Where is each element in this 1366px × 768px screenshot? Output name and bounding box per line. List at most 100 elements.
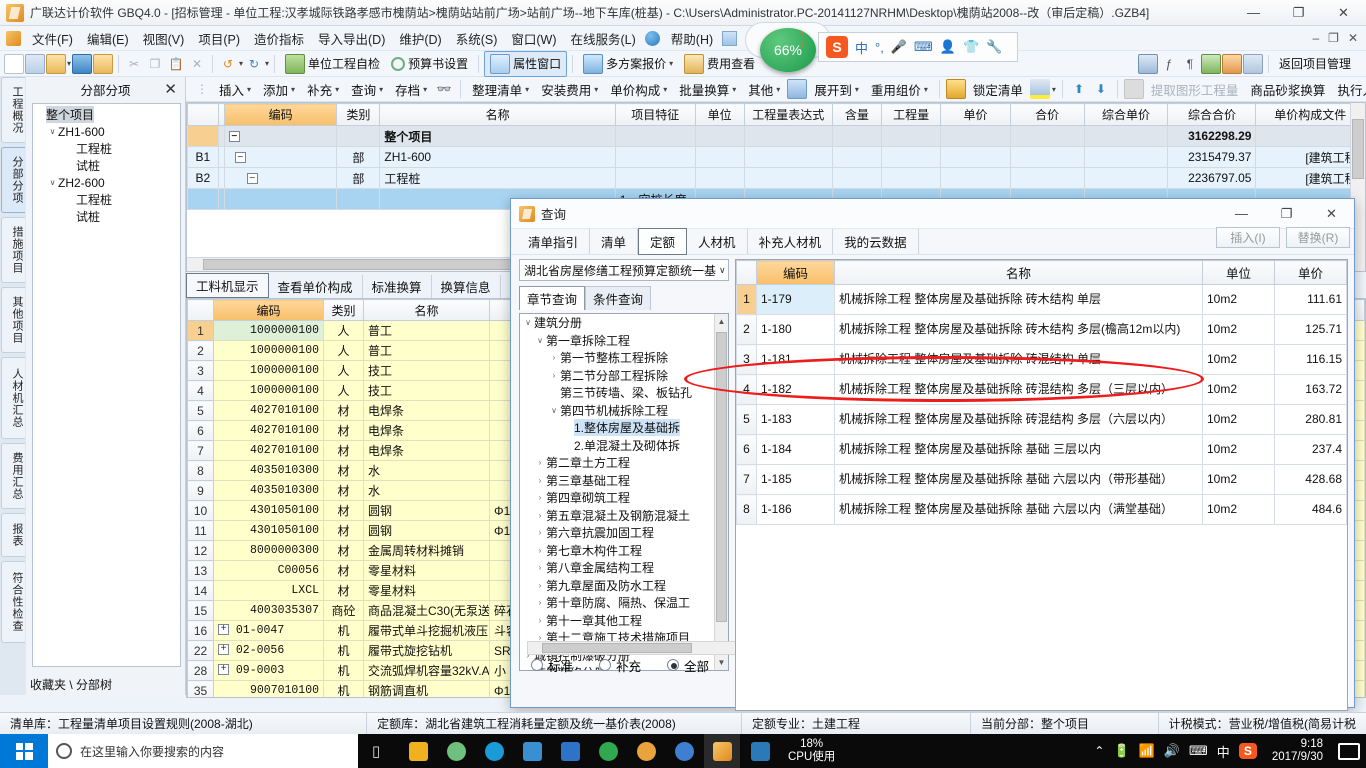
window-maximize-button[interactable]: ❐: [1276, 0, 1321, 26]
cell-feature[interactable]: [614, 167, 696, 189]
tree-twisty-icon[interactable]: ∨: [534, 336, 546, 345]
close-icon[interactable]: ✕: [164, 80, 177, 98]
organize-list-caret-icon[interactable]: ▾: [525, 85, 529, 94]
scrollbar-thumb[interactable]: [716, 332, 727, 622]
vtab-compliance-check[interactable]: 符合性检查: [1, 561, 25, 643]
collapse-icon[interactable]: −: [246, 173, 258, 185]
cell-name[interactable]: 机械拆除工程 整体房屋及基础拆除 砖木结构 多层(檐高12m以内): [834, 314, 1203, 345]
menu-item-import-export[interactable]: 导入导出(D): [311, 27, 392, 50]
row-handle[interactable]: 2: [736, 314, 757, 345]
archive-button[interactable]: 存档 ▾: [390, 78, 432, 101]
radio-standard[interactable]: 标准: [531, 656, 573, 675]
highlight-color-icon[interactable]: [1029, 79, 1050, 99]
keyboard-tray-icon[interactable]: ⌨: [1189, 743, 1208, 759]
highlight-caret-icon[interactable]: ▾: [1052, 85, 1056, 94]
cell-kind[interactable]: 部: [336, 167, 381, 189]
vtab-labor-material-machine-summary[interactable]: 人材机汇总: [1, 357, 25, 439]
chapter-node-ch3[interactable]: › 第三章基础工程: [520, 472, 728, 490]
cell-amount[interactable]: [1009, 146, 1085, 168]
taskbar-search-box[interactable]: 在这里输入你要搜索的内容: [48, 734, 358, 768]
window-close-button[interactable]: ✕: [1321, 0, 1366, 26]
cell-kind[interactable]: [336, 125, 381, 147]
taskbar-app-store[interactable]: [400, 734, 436, 768]
tab-labor-material-machine[interactable]: 工料机显示: [186, 273, 269, 298]
cell-price[interactable]: [940, 167, 1011, 189]
radio-supplement[interactable]: 补充: [599, 656, 641, 675]
cell-kind[interactable]: 材: [323, 500, 364, 521]
cell-code[interactable]: 8000000300: [213, 540, 324, 561]
row-handle[interactable]: 1: [736, 284, 757, 315]
collapse-icon[interactable]: −: [234, 152, 246, 164]
menu-item-file[interactable]: 文件(F): [25, 27, 80, 50]
radio-all[interactable]: 全部: [667, 656, 709, 675]
cell-kind[interactable]: 人: [323, 360, 364, 381]
open-dropdown-caret-icon[interactable]: ▾: [67, 59, 71, 68]
cell-uprice[interactable]: [1083, 146, 1169, 168]
col-code[interactable]: 编码: [756, 260, 835, 285]
cell-kind[interactable]: 材: [323, 580, 364, 601]
cell-qty[interactable]: [880, 167, 942, 189]
row-handle[interactable]: 8: [187, 460, 214, 481]
chapter-node-ch7[interactable]: › 第七章木构件工程: [520, 542, 728, 560]
new-file-icon[interactable]: [4, 53, 24, 74]
cell-code[interactable]: −: [223, 125, 338, 147]
dialog-tab-list-guide[interactable]: 清单指引: [517, 229, 591, 254]
scroll-down-icon[interactable]: ▼: [715, 655, 728, 670]
table-row[interactable]: 7 1-185 机械拆除工程 整体房屋及基础拆除 基础 六层以内（带形基础） 10m2…: [736, 464, 1347, 495]
cut-icon[interactable]: ✂: [124, 54, 144, 74]
row-handle[interactable]: 6: [187, 420, 214, 441]
cell-name[interactable]: 机械拆除工程 整体房屋及基础拆除 基础 六层以内（满堂基础）: [834, 494, 1203, 525]
ime-tray-label[interactable]: 中: [1217, 742, 1230, 761]
collapse-icon[interactable]: −: [228, 131, 240, 143]
cell-code[interactable]: 1-179: [756, 284, 835, 315]
cell-name[interactable]: 机械拆除工程 整体房屋及基础拆除 砖混结构 多层（六层以内）: [834, 404, 1203, 435]
lock-list-button[interactable]: 锁定清单: [968, 78, 1028, 101]
cell-total[interactable]: 2315479.37: [1167, 146, 1257, 168]
cell-code[interactable]: −: [223, 167, 338, 189]
redo-icon[interactable]: ↻: [244, 54, 264, 74]
cell-rate[interactable]: [831, 167, 882, 189]
cell-code[interactable]: 1000000100: [213, 380, 324, 401]
chapter-node-ch6[interactable]: › 第六章抗震加固工程: [520, 524, 728, 542]
chapter-node-ch5[interactable]: › 第五章混凝土及钢筋混凝土: [520, 507, 728, 525]
tree-twisty-icon[interactable]: ›: [534, 581, 546, 590]
redo-dropdown-caret-icon[interactable]: ▾: [265, 59, 269, 68]
cell-kind[interactable]: 材: [323, 460, 364, 481]
sogou-ime-icon[interactable]: S: [826, 36, 848, 58]
cell-file[interactable]: [1255, 125, 1365, 147]
volume-icon[interactable]: 🔊: [1164, 743, 1180, 759]
col-comprehensive-amount[interactable]: 综合合价: [1167, 103, 1257, 126]
cell-kind[interactable]: 材: [323, 480, 364, 501]
insert-button[interactable]: 插入 ▾: [214, 78, 256, 101]
chapter-node-ch4[interactable]: › 第四章砌筑工程: [520, 489, 728, 507]
menu-item-window[interactable]: 窗口(W): [504, 27, 563, 50]
tray-expand-icon[interactable]: ⌃: [1094, 744, 1104, 758]
cell-code[interactable]: 1-186: [756, 494, 835, 525]
cell-name[interactable]: 商品混凝土C30(无泵送: [363, 600, 490, 621]
row-handle[interactable]: 4: [736, 374, 757, 405]
cell-kind[interactable]: 人: [323, 340, 364, 361]
cell-kind[interactable]: 机: [323, 620, 364, 641]
new-project-icon[interactable]: [25, 53, 45, 74]
tree-twisty-icon[interactable]: ›: [534, 616, 546, 625]
query-tab-chapter[interactable]: 章节查询: [519, 286, 586, 310]
paragraph-icon[interactable]: ¶: [1180, 54, 1200, 74]
cell-code[interactable]: 1-181: [756, 344, 835, 375]
cell-code[interactable]: [223, 188, 338, 210]
tree-twisty-icon[interactable]: ›: [534, 493, 546, 502]
cell-rate[interactable]: [831, 146, 882, 168]
dialog-tab-quota[interactable]: 定额: [638, 228, 688, 255]
batch-convert-button[interactable]: 批量换算 ▾: [674, 78, 741, 101]
cell-name[interactable]: 钢筋调直机: [363, 680, 490, 697]
battery-icon[interactable]: 🔋: [1113, 743, 1129, 759]
col-feature[interactable]: 项目特征: [614, 103, 696, 126]
cell-name[interactable]: 圆钢: [363, 520, 490, 541]
unit-price-caret-icon[interactable]: ▾: [663, 85, 667, 94]
cell-name[interactable]: 电焊条: [363, 420, 490, 441]
cell-code[interactable]: −: [223, 146, 338, 168]
list-icon[interactable]: [1242, 53, 1263, 74]
dialog-close-button[interactable]: ✕: [1309, 199, 1354, 229]
cell-kind[interactable]: 材: [323, 520, 364, 541]
archive-caret-icon[interactable]: ▾: [423, 85, 427, 94]
table-row[interactable]: 4 1-182 机械拆除工程 整体房屋及基础拆除 砖混结构 多层（三层以内） 10m2…: [736, 374, 1347, 405]
